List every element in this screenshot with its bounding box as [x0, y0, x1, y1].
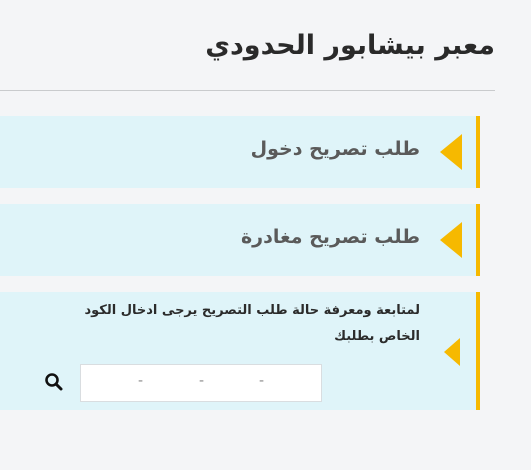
code-separator: - [259, 373, 265, 389]
entry-permit-label: طلب تصريح دخول [250, 138, 420, 160]
title-divider [0, 90, 495, 91]
exit-permit-label: طلب تصريح مغادرة [240, 226, 420, 248]
entry-permit-card[interactable]: طلب تصريح دخول [0, 116, 480, 188]
request-code-input[interactable]: - - - [80, 364, 322, 402]
page-title: معبر بيشابور الحدودي [205, 30, 495, 61]
code-separator: - [138, 373, 144, 389]
track-request-card: لمتابعة ومعرفة حالة طلب التصريح يرجى ادخ… [0, 292, 480, 410]
chevron-left-triangle-icon [440, 222, 462, 258]
chevron-left-triangle-icon [440, 134, 462, 170]
exit-permit-card[interactable]: طلب تصريح مغادرة [0, 204, 480, 276]
chevron-left-triangle-icon [444, 338, 460, 366]
track-instructions: لمتابعة ومعرفة حالة طلب التصريح يرجى ادخ… [84, 303, 420, 344]
code-separator: - [199, 373, 205, 389]
search-icon[interactable] [44, 372, 64, 392]
